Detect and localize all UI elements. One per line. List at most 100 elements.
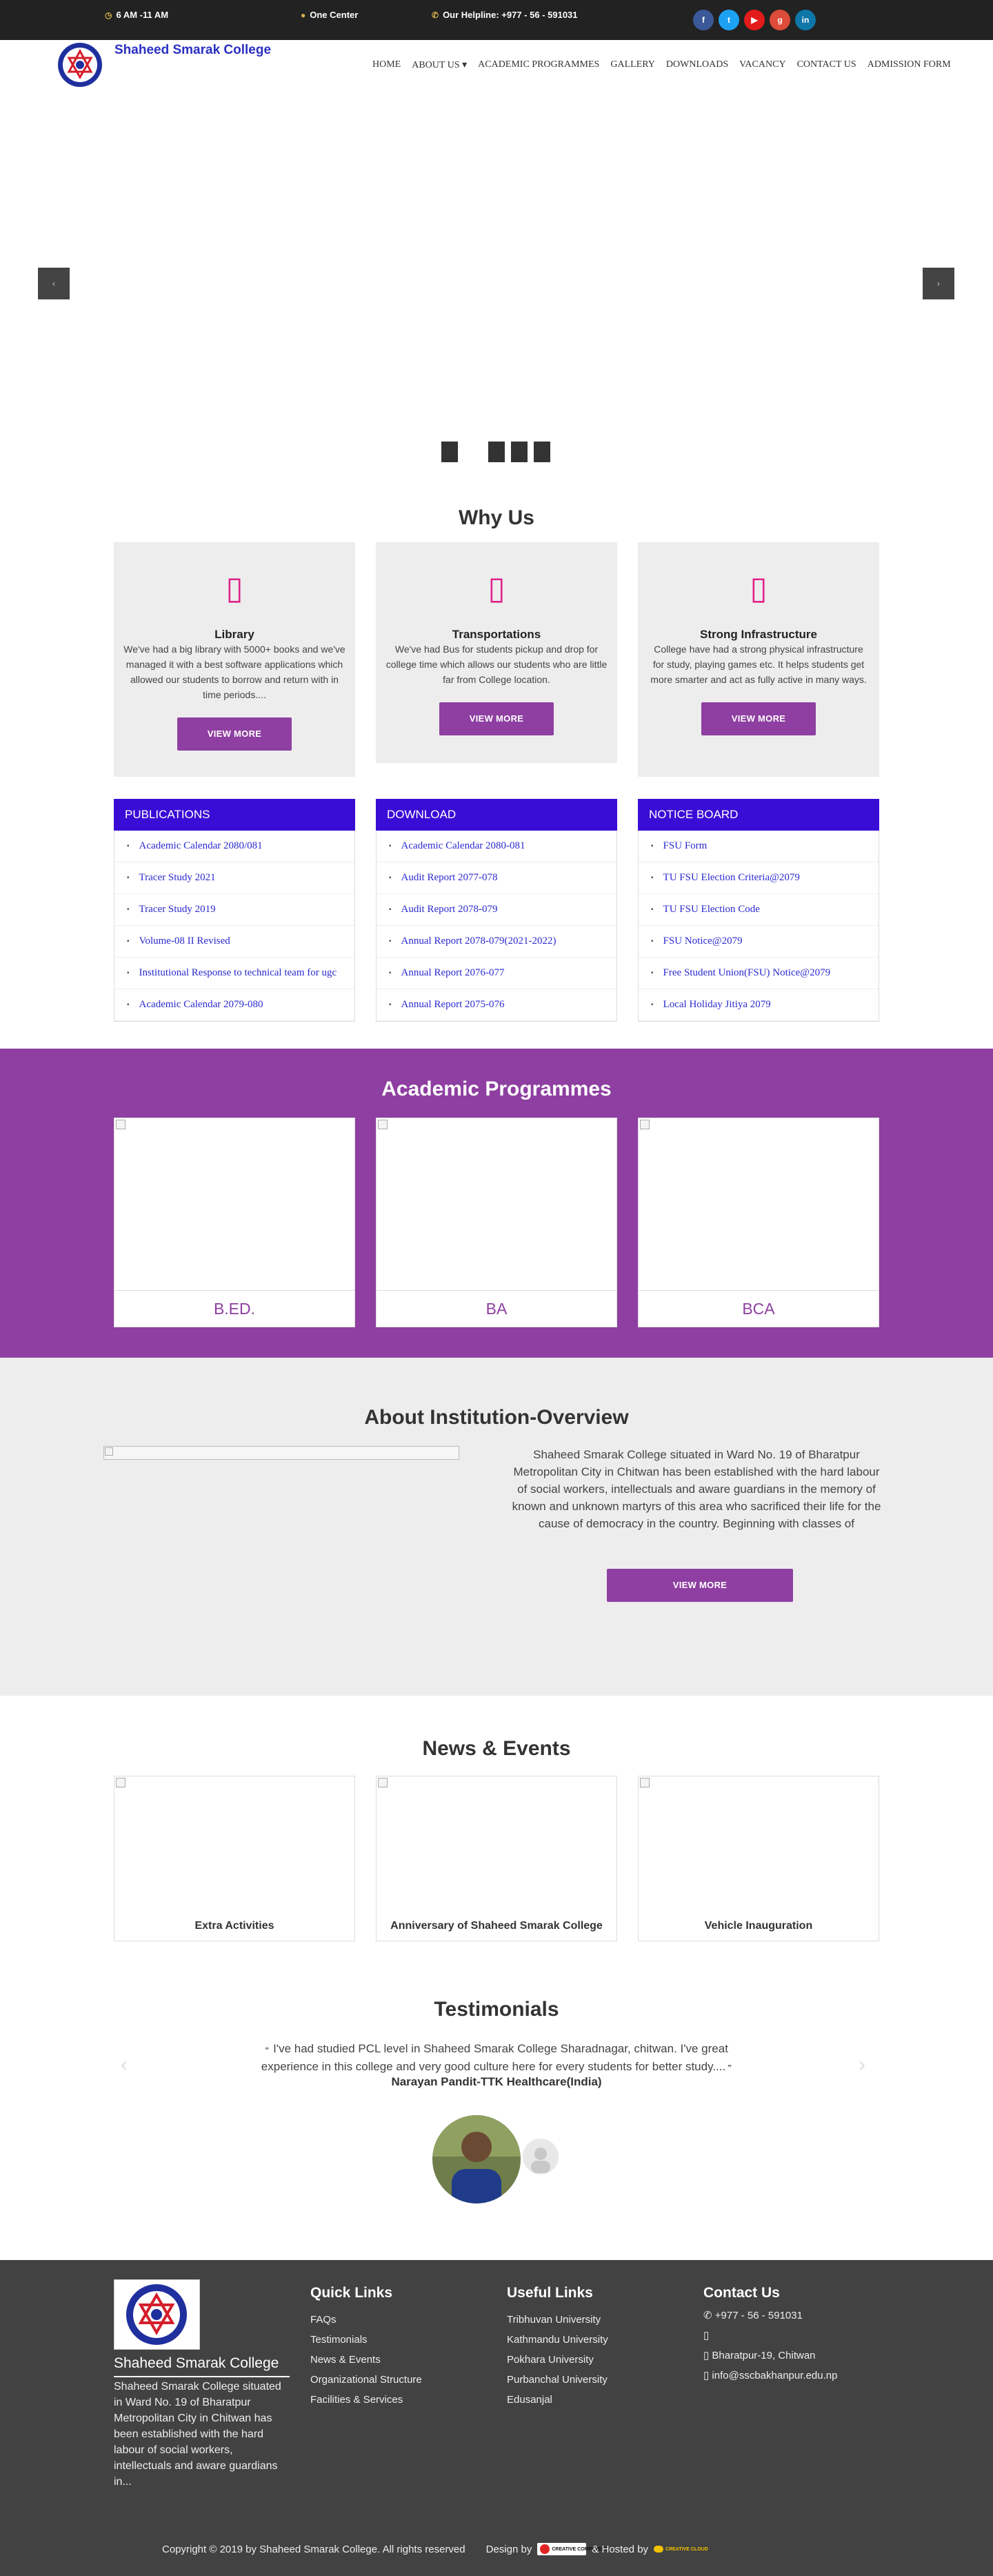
list-item[interactable]: ▪ Annual Report 2076-077 [377,958,616,989]
list-item-link[interactable]: TU FSU Election Criteria@2079 [663,872,800,884]
programme-image [114,1118,354,1291]
quick-link[interactable]: News & Events [310,2350,422,2370]
list-item-link[interactable]: Free Student Union(FSU) Notice@2079 [663,967,831,979]
list-item[interactable]: ▪ Audit Report 2077-078 [377,862,616,894]
list-item-link[interactable]: Audit Report 2077-078 [401,872,498,884]
list-item[interactable]: ▪ FSU Form [639,831,879,862]
testimonial-next-arrow[interactable]: › [859,2053,865,2077]
about-section: About Institution-Overview Shaheed Smara… [0,1358,993,1696]
testimonial-prev-arrow[interactable]: ‹ [121,2053,128,2077]
host-logo[interactable]: CREATIVE CLOUD [654,2546,708,2553]
college-logo[interactable] [57,41,103,88]
list-item[interactable]: ▪ FSU Notice@2079 [639,926,879,958]
design-logo-text: CREATIVE COMPUTERS [552,2546,608,2552]
useful-link[interactable]: Purbanchal University [507,2370,608,2390]
why-us-title: Why Us [458,506,534,529]
design-logo[interactable]: CREATIVE COMPUTERS [537,2543,608,2555]
list-item[interactable]: ▪ Free Student Union(FSU) Notice@2079 [639,958,879,989]
list-item-link[interactable]: Tracer Study 2019 [139,904,216,915]
news-card[interactable]: Vehicle Inauguration [638,1776,879,1941]
slider-dot[interactable] [488,442,505,462]
list-item-link[interactable]: Local Holiday Jitiya 2079 [663,999,771,1011]
useful-link[interactable]: Edusanjal [507,2390,608,2410]
list-item-link[interactable]: Academic Calendar 2079-080 [139,999,263,1011]
list-item-link[interactable]: FSU Form [663,840,708,852]
list-item[interactable]: ▪ Audit Report 2078-079 [377,894,616,926]
nav-item-home[interactable]: HOME [367,59,406,71]
list-item-link[interactable]: Institutional Response to technical team… [139,967,337,979]
list-item[interactable]: ▪ Local Holiday Jitiya 2079 [639,989,879,1021]
list-item[interactable]: ▪ Academic Calendar 2080-081 [377,831,616,862]
programme-card-bed[interactable]: B.ED. [114,1118,355,1327]
nav-item-about-us[interactable]: ABOUT US ▾ [406,59,472,71]
list-item-link[interactable]: TU FSU Election Code [663,904,760,915]
contact-address-text: Bharatpur-19, Chitwan [712,2350,816,2361]
testimonial-avatar-small[interactable] [523,2139,559,2174]
list-item-link[interactable]: Academic Calendar 2080-081 [401,840,525,852]
quick-link[interactable]: Facilities & Services [310,2390,422,2410]
quick-link[interactable]: Organizational Structure [310,2370,422,2390]
list-item[interactable]: ▪ Tracer Study 2021 [114,862,354,894]
contact-email[interactable]: ▯ info@sscbakhanpur.edu.np [703,2366,910,2386]
quick-link[interactable]: FAQs [310,2310,422,2330]
nav-item-vacancy[interactable]: VACANCY [734,59,791,71]
slider-next-button[interactable]: › [923,268,954,299]
list-item[interactable]: ▪ TU FSU Election Code [639,894,879,926]
news-caption[interactable]: Extra Activities [114,1920,354,1932]
list-item-link[interactable]: Volume-08 II Revised [139,935,230,947]
programme-card-bca[interactable]: BCA [638,1118,879,1327]
news-caption[interactable]: Vehicle Inauguration [639,1920,879,1932]
brand-name[interactable]: Shaheed Smarak College [114,43,271,58]
programme-card-ba[interactable]: BA [376,1118,617,1327]
programme-name[interactable]: BCA [639,1291,879,1327]
youtube-icon[interactable]: ▶ [744,10,765,30]
bullet-icon: ▪ [127,938,130,945]
list-item-link[interactable]: Audit Report 2078-079 [401,904,498,915]
list-item[interactable]: ▪ Tracer Study 2019 [114,894,354,926]
slider-dot[interactable] [441,442,458,462]
list-item-link[interactable]: FSU Notice@2079 [663,935,743,947]
list-item[interactable]: ▪ Academic Calendar 2079-080 [114,989,354,1021]
facebook-icon[interactable]: f [693,10,714,30]
why-card-title: Transportations [452,628,541,641]
news-caption[interactable]: Anniversary of Shaheed Smarak College [377,1920,616,1932]
about-view-more-button[interactable]: VIEW MORE [607,1569,793,1602]
list-item[interactable]: ▪ Annual Report 2078-079(2021-2022) [377,926,616,958]
twitter-icon[interactable]: t [719,10,739,30]
view-more-button[interactable]: VIEW MORE [439,702,554,735]
testimonial-avatar[interactable] [432,2115,521,2203]
nav-item-admission-form[interactable]: ADMISSION FORM [862,59,956,71]
list-item-link[interactable]: Academic Calendar 2080/081 [139,840,263,852]
news-card[interactable]: Anniversary of Shaheed Smarak College [376,1776,617,1941]
view-more-button[interactable]: VIEW MORE [177,717,292,751]
nav-item-gallery[interactable]: GALLERY [605,59,661,71]
nav-item-academic-programmes[interactable]: ACADEMIC PROGRAMMES [472,59,605,71]
list-notice-board: NOTICE BOARD ▪ FSU Form ▪ TU FSU Election Cr… [638,799,879,1022]
slider-dot[interactable] [511,442,528,462]
useful-link[interactable]: Pokhara University [507,2350,608,2370]
list-item[interactable]: ▪ Annual Report 2075-076 [377,989,616,1021]
chevron-left-icon: ‹ [52,279,55,288]
view-more-button[interactable]: VIEW MORE [701,702,816,735]
nav-item-contact-us[interactable]: CONTACT US [792,59,862,71]
slider-prev-button[interactable]: ‹ [38,268,70,299]
list-item[interactable]: ▪ Institutional Response to technical tea… [114,958,354,989]
programme-name[interactable]: BA [377,1291,616,1327]
list-item[interactable]: ▪ TU FSU Election Criteria@2079 [639,862,879,894]
list-item-link[interactable]: Tracer Study 2021 [139,872,216,884]
list-download: DOWNLOAD ▪ Academic Calendar 2080-081 ▪ Audi… [376,799,617,1022]
useful-link[interactable]: Tribhuvan University [507,2310,608,2330]
list-item[interactable]: ▪ Academic Calendar 2080/081 [114,831,354,862]
list-item-link[interactable]: Annual Report 2075-076 [401,999,505,1011]
news-card[interactable]: Extra Activities [114,1776,355,1941]
useful-link[interactable]: Kathmandu University [507,2330,608,2350]
programme-name[interactable]: B.ED. [114,1291,354,1327]
list-item[interactable]: ▪ Volume-08 II Revised [114,926,354,958]
list-item-link[interactable]: Annual Report 2078-079(2021-2022) [401,935,556,947]
quick-link[interactable]: Testimonials [310,2330,422,2350]
list-item-link[interactable]: Annual Report 2076-077 [401,967,505,979]
nav-item-downloads[interactable]: DOWNLOADS [661,59,734,71]
linkedin-icon[interactable]: in [795,10,816,30]
slider-dot[interactable] [534,442,550,462]
google-plus-icon[interactable]: g [770,10,790,30]
